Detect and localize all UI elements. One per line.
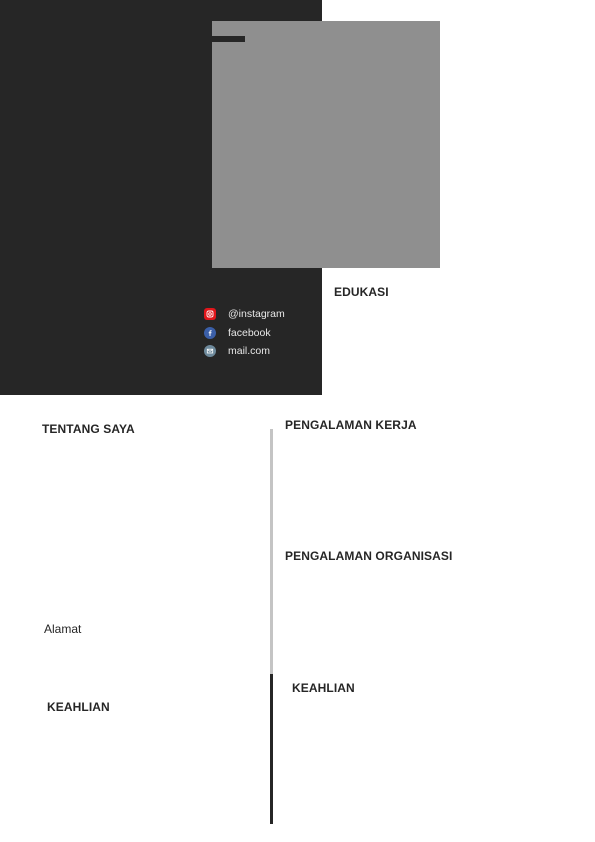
social-mail[interactable]: mail.com	[204, 345, 270, 357]
facebook-name: facebook	[228, 327, 271, 339]
instagram-handle: @instagram	[228, 308, 285, 320]
heading-keahlian-right: KEAHLIAN	[292, 681, 355, 695]
heading-tentang-saya: TENTANG SAYA	[42, 422, 135, 436]
heading-keahlian-left: KEAHLIAN	[47, 700, 110, 714]
heading-pengalaman-kerja: PENGALAMAN KERJA	[285, 418, 417, 432]
accent-bar	[212, 36, 245, 42]
address-label: Alamat	[44, 622, 82, 636]
facebook-icon	[204, 327, 216, 339]
instagram-icon	[204, 308, 216, 320]
heading-edukasi: EDUKASI	[334, 285, 389, 299]
social-instagram[interactable]: @instagram	[204, 308, 285, 320]
heading-pengalaman-organisasi: PENGALAMAN ORGANISASI	[285, 549, 453, 563]
profile-photo-placeholder	[212, 21, 440, 268]
column-divider-dark	[270, 674, 273, 824]
mail-icon	[204, 345, 216, 357]
mail-address: mail.com	[228, 345, 271, 357]
column-divider-light	[270, 429, 273, 675]
social-facebook[interactable]: facebook	[204, 327, 271, 339]
